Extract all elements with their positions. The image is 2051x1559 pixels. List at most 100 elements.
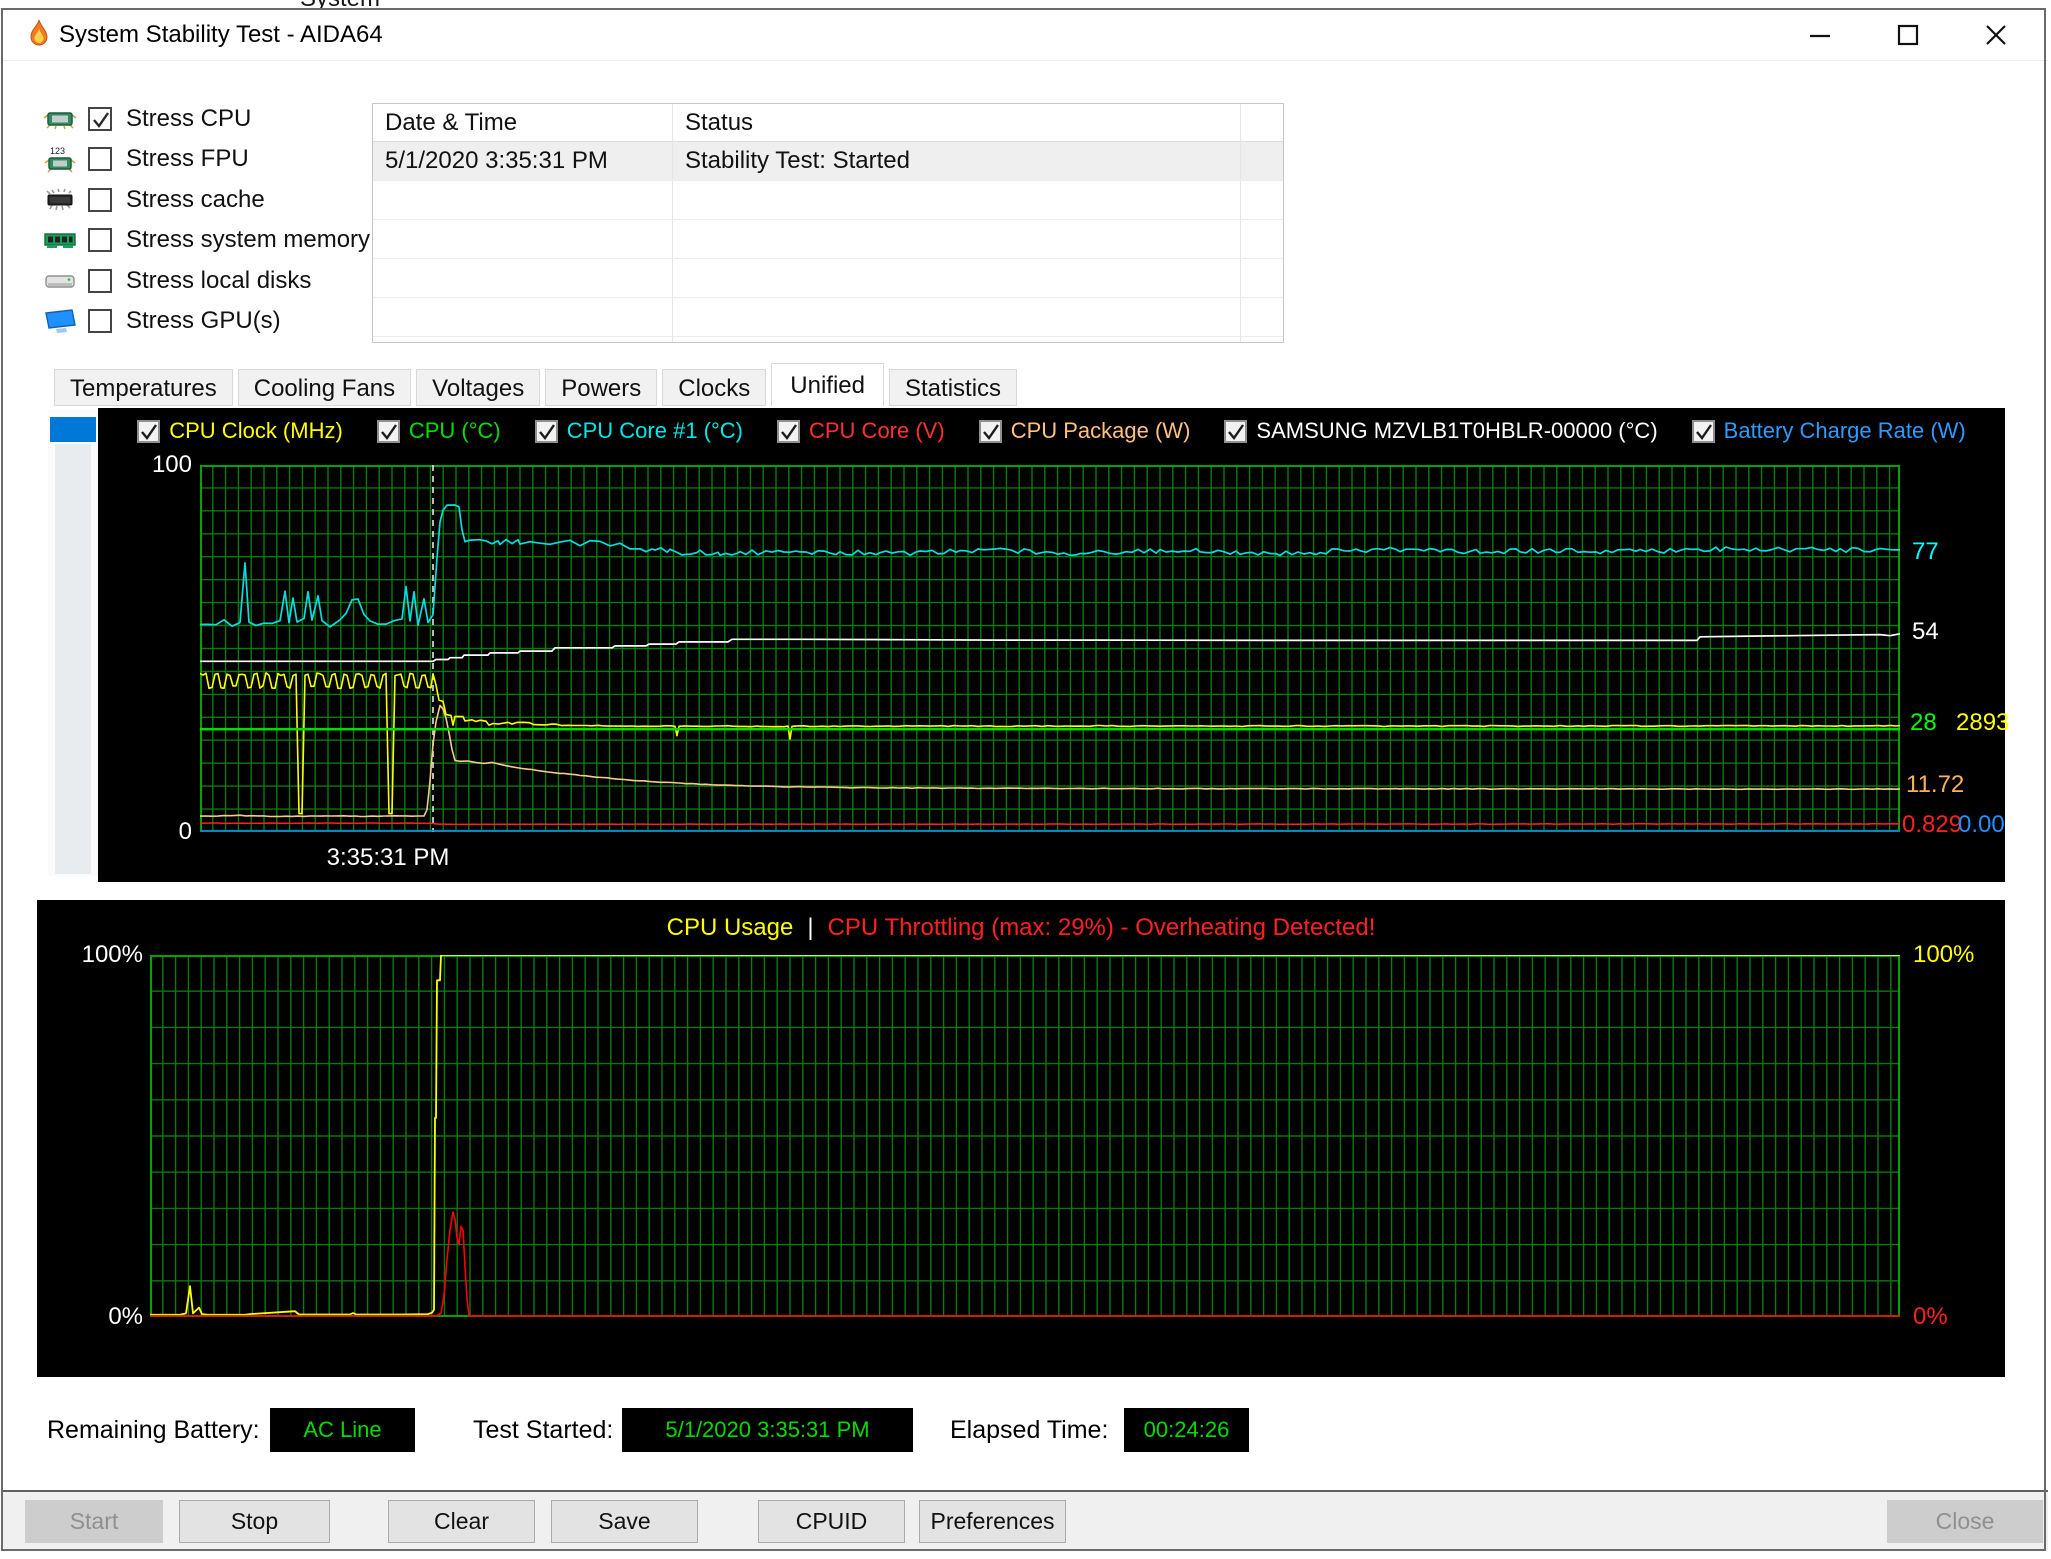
- cpuid-button[interactable]: CPUID: [758, 1500, 905, 1543]
- log-cell-empty: [673, 337, 1241, 342]
- log-row[interactable]: 5/1/2020 3:35:31 PM Stability Test: Start…: [373, 142, 1283, 181]
- check-icon: [93, 112, 109, 128]
- legend-item-0[interactable]: CPU Clock (MHz): [137, 418, 343, 444]
- legend-label: CPU Package (W): [1010, 418, 1191, 443]
- legend-item-6[interactable]: Battery Charge Rate (W): [1691, 418, 1966, 444]
- log-cell-empty: [373, 298, 673, 336]
- check-icon: [781, 423, 797, 440]
- right-label-6: 0.00: [1958, 811, 2005, 838]
- log-cell-filler: [1241, 337, 1283, 342]
- series-ssd-temperature: [200, 632, 1900, 663]
- fpu-chip-icon: 123: [42, 145, 78, 173]
- legend-item-4[interactable]: CPU Package (W): [978, 418, 1191, 444]
- tab-statistics[interactable]: Statistics: [889, 369, 1018, 406]
- tab-temperatures[interactable]: Temperatures: [54, 369, 233, 406]
- check-icon: [380, 423, 397, 440]
- log-cell-filler: [1241, 298, 1283, 336]
- series-cpu-core-voltage: [200, 822, 1900, 826]
- log-cell-empty: [673, 220, 1241, 258]
- checkbox-unchecked[interactable]: [88, 187, 112, 212]
- tab-cooling-fans[interactable]: Cooling Fans: [237, 369, 412, 406]
- legend-item-5[interactable]: SAMSUNG MZVLB1T0HBLR-00000 (°C): [1224, 418, 1658, 444]
- cache-chip-icon: [42, 186, 78, 214]
- legend-checkbox-checked[interactable]: [376, 419, 400, 443]
- maximize-button[interactable]: [1876, 10, 1940, 60]
- scrollbar-thumb[interactable]: [50, 417, 96, 442]
- usage-right-top-label: 100%: [1913, 941, 1975, 968]
- right-label-5: 0.829: [1902, 811, 1963, 838]
- log-cell-empty: [373, 259, 673, 297]
- stress-option-label: Stress system memory: [126, 226, 371, 254]
- stress-option-0[interactable]: Stress CPU: [42, 104, 251, 134]
- clear-button[interactable]: Clear: [388, 1500, 535, 1543]
- tab-unified[interactable]: Unified: [771, 363, 884, 406]
- usage-left-bottom-label: 0%: [108, 1303, 143, 1330]
- log-cell-empty: [373, 220, 673, 258]
- cpu-usage-title: CPU Usage: [666, 914, 794, 941]
- save-button[interactable]: Save: [551, 1500, 698, 1543]
- elapsed-time-label: Elapsed Time:: [950, 1416, 1109, 1444]
- legend-checkbox-checked[interactable]: [1224, 419, 1248, 443]
- stress-option-1[interactable]: 123 Stress FPU: [42, 144, 249, 174]
- minimize-button[interactable]: [1788, 10, 1852, 60]
- checkbox-unchecked[interactable]: [88, 268, 112, 293]
- log-column-header[interactable]: Date & Time: [373, 104, 673, 141]
- close-icon: [1986, 25, 2006, 45]
- stress-option-3[interactable]: Stress system memory: [42, 225, 370, 255]
- usage-right-bottom-label: 0%: [1913, 1303, 1948, 1330]
- checkbox-unchecked[interactable]: [88, 309, 112, 333]
- log-table[interactable]: Date & Time Status 5/1/2020 3:35:31 PM Stab…: [372, 103, 1284, 343]
- legend-checkbox-checked[interactable]: [137, 419, 161, 443]
- log-table-header: Date & Time Status: [373, 104, 1283, 142]
- stop-button[interactable]: Stop: [179, 1500, 330, 1543]
- chart-legend: CPU Clock (MHz) CPU (°C) CPU Core #1 (°C) C…: [98, 418, 2005, 444]
- series-cpu-core1-temperature: [200, 504, 1900, 628]
- legend-item-3[interactable]: CPU Core (V): [777, 418, 945, 444]
- stress-option-2[interactable]: Stress cache: [42, 185, 265, 215]
- right-label-2: 28: [1910, 709, 1937, 736]
- legend-checkbox-checked[interactable]: [1691, 419, 1715, 443]
- stress-option-label: Stress FPU: [126, 145, 249, 173]
- scrollbar-track[interactable]: [55, 444, 91, 874]
- checkbox-unchecked[interactable]: [88, 228, 112, 253]
- check-icon: [141, 423, 158, 440]
- check-icon: [982, 423, 999, 440]
- checkbox-unchecked[interactable]: [88, 147, 112, 172]
- title-bar: System Stability Test - AIDA64: [3, 10, 2048, 61]
- series-cpu-throttling: [150, 1211, 1900, 1317]
- log-cell-filler: [1241, 259, 1283, 297]
- legend-item-1[interactable]: CPU (°C): [376, 418, 501, 444]
- cpu-chip-icon: [42, 105, 78, 133]
- log-column-filler: [1241, 104, 1283, 141]
- right-label-3: 2893: [1956, 709, 2010, 736]
- usage-left-top-label: 100%: [81, 941, 143, 968]
- tab-clocks[interactable]: Clocks: [662, 369, 767, 406]
- close-window-button[interactable]: [1964, 10, 2028, 60]
- stress-option-label: Stress CPU: [126, 105, 252, 132]
- svg-text:123: 123: [50, 146, 65, 156]
- log-row-empty: [373, 220, 1283, 259]
- legend-item-2[interactable]: CPU Core #1 (°C): [534, 418, 743, 444]
- unified-sensor-chart: [200, 465, 1900, 832]
- checkbox-checked[interactable]: [88, 107, 112, 131]
- log-cell-empty: [373, 337, 673, 342]
- maximize-icon: [1897, 24, 1919, 46]
- gpu-display-icon: [42, 307, 78, 335]
- series-cpu-usage: [150, 955, 1900, 1316]
- tab-voltages[interactable]: Voltages: [416, 369, 541, 406]
- log-column-header[interactable]: Status: [673, 104, 1241, 141]
- legend-checkbox-checked[interactable]: [777, 419, 800, 443]
- chart-scrollbar[interactable]: [48, 410, 98, 876]
- tab-powers[interactable]: Powers: [545, 369, 658, 406]
- right-label-4: 11.72: [1906, 771, 1965, 798]
- legend-checkbox-checked[interactable]: [978, 419, 1002, 443]
- stress-option-4[interactable]: Stress local disks: [42, 266, 311, 296]
- preferences-button[interactable]: Preferences: [919, 1500, 1066, 1543]
- background-window-text: System: [300, 0, 500, 8]
- legend-label: CPU Core #1 (°C): [566, 418, 743, 443]
- legend-label: SAMSUNG MZVLB1T0HBLR-00000 (°C): [1256, 418, 1658, 443]
- stress-option-5[interactable]: Stress GPU(s): [42, 306, 281, 336]
- log-cell-filler: [1241, 142, 1283, 180]
- legend-checkbox-checked[interactable]: [534, 419, 558, 443]
- y-axis-top-label: 100: [151, 451, 192, 478]
